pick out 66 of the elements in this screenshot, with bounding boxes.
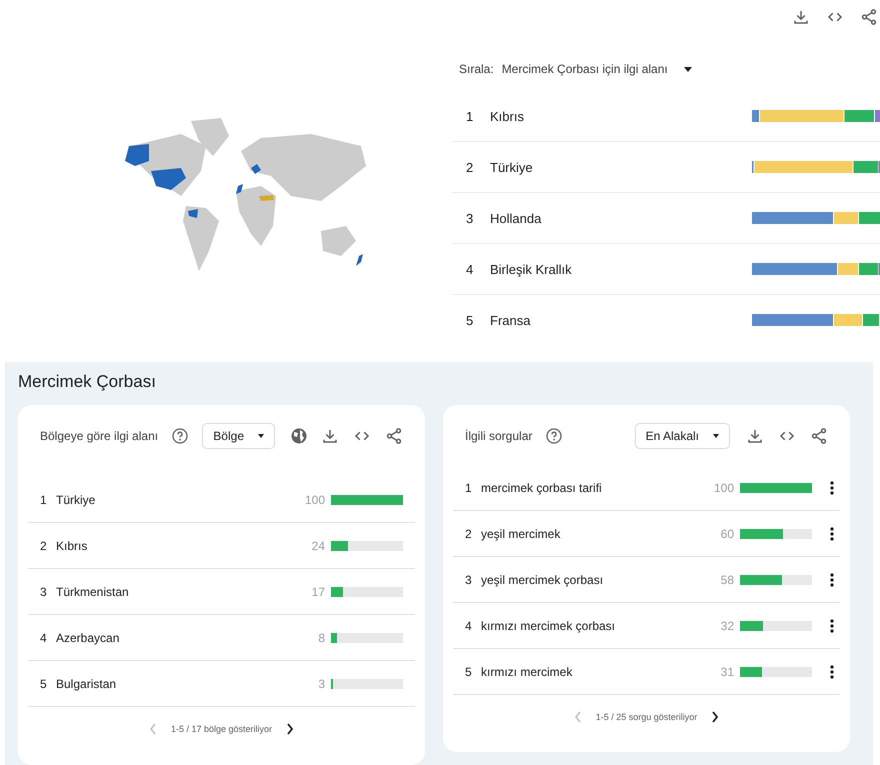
share-icon[interactable] [810,427,828,445]
country-name: Fransa [490,312,532,328]
rank-number: 2 [40,538,48,552]
more-icon[interactable] [830,618,834,632]
country-name: Kıbrıs [490,108,525,124]
row-value: 3 [318,676,325,690]
dropdown[interactable]: Bölge [202,423,275,449]
rank-number: 1 [40,492,48,506]
card-title: İlgili sorgular [465,429,532,443]
row-label[interactable]: kırmızı mercimek [481,664,721,678]
pagination-text: 1-5 / 17 bölge gösteriliyor [170,724,272,734]
chevron-right-icon[interactable] [286,723,294,735]
row-value: 100 [714,480,734,494]
rank-number: 4 [40,630,48,644]
chevron-right-icon[interactable] [711,711,720,723]
download-icon[interactable] [792,8,810,26]
help-icon[interactable] [172,428,188,444]
row-value: 60 [720,526,734,540]
row-label: Bulgaristan [56,676,118,690]
rank-number: 3 [465,572,473,586]
row-label: Türkmenistan [56,584,130,598]
rank-number: 5 [465,664,473,678]
rank-number: 4 [465,618,473,632]
row-value: 32 [720,618,734,632]
row-label[interactable]: yeşil mercimek [481,526,721,540]
sort-value[interactable]: Mercimek Çorbası için ilgi alanı [502,62,668,76]
row-value: 58 [720,572,734,586]
download-icon[interactable] [746,427,764,445]
rank-number: 5 [465,312,474,328]
rank-number: 3 [40,584,48,598]
help-icon[interactable] [546,428,562,444]
caret-icon[interactable] [684,66,692,72]
share-icon[interactable] [385,427,403,445]
row-value: 17 [312,584,325,598]
row-label: Azerbaycan [56,630,120,644]
row-value: 100 [304,492,325,506]
row-value: 8 [318,630,325,644]
row-label[interactable]: yeşil mercimek çorbası [481,572,721,586]
card-title: Bölgeye göre ilgi alanı [40,429,158,443]
row-label[interactable]: kırmızı mercimek çorbası [481,618,721,632]
globe-icon[interactable] [291,428,307,444]
download-icon[interactable] [321,427,339,445]
rank-number: 3 [465,210,474,226]
dropdown[interactable]: En Alakalı [634,423,730,449]
country-name: Türkiye [490,160,534,174]
more-icon[interactable] [830,480,834,494]
row-label: Türkiye [56,492,96,506]
country-name: Hollanda [490,210,542,226]
rank-number: 5 [40,676,48,690]
rank-number: 2 [465,526,473,540]
row-label[interactable]: mercimek çorbası tarifi [481,480,714,494]
section-title: Mercimek Çorbası [18,371,157,393]
rank-number: 1 [465,108,474,124]
rank-number: 4 [465,262,474,276]
row-label: Kıbrıs [56,538,88,552]
pagination-text: 1-5 / 25 sorgu gösteriliyor [596,712,698,722]
share-icon[interactable] [860,8,878,26]
more-icon[interactable] [830,572,834,586]
row-value: 24 [312,538,325,552]
sort-label: Sırala: [459,62,494,76]
rank-number: 1 [465,480,473,494]
rank-number: 2 [465,160,474,174]
country-name: Birleşik Krallık [490,262,573,276]
row-value: 31 [720,664,734,678]
more-icon[interactable] [830,664,834,678]
more-icon[interactable] [830,526,834,540]
